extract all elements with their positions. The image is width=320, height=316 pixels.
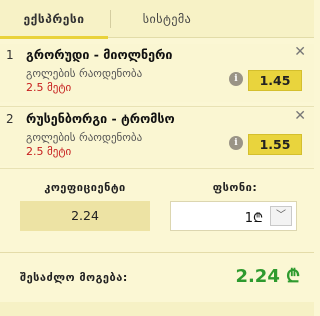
odd-badge: 1.55: [248, 134, 302, 155]
bet-match: გრორუდი - მიოლნერი: [26, 47, 173, 62]
chevron-down-icon[interactable]: ﹀: [270, 206, 292, 226]
close-icon[interactable]: ✕: [294, 44, 306, 60]
tab-system[interactable]: სისტემა: [112, 0, 222, 38]
bet-item: 2 რუსენბორგი - ტრომსო გოლების რაოდენობა …: [0, 108, 314, 166]
bet-pick: 2.5 მეტი: [26, 145, 72, 158]
info-icon[interactable]: i: [229, 136, 243, 150]
bet-pick: 2.5 მეტი: [26, 81, 72, 94]
odd-badge: 1.45: [248, 70, 302, 91]
stake-select[interactable]: 1₾ ﹀: [170, 201, 297, 231]
bet-type-tabs: ექსპრესი სისტემა: [0, 0, 314, 39]
coefficient-value: 2.24: [20, 201, 150, 231]
stake-value: 1₾: [244, 211, 263, 226]
coefficient-label: კოეფიციენტი: [44, 181, 126, 194]
bet-market: გოლების რაოდენობა: [26, 67, 143, 80]
possible-win-value: 2.24 ₾: [235, 266, 300, 287]
bet-divider: [0, 168, 314, 169]
bet-divider: [0, 106, 314, 107]
bottom-bar: [0, 302, 314, 316]
bet-number: 2: [6, 112, 14, 126]
stake-label: ფსონი:: [212, 181, 258, 194]
info-icon[interactable]: i: [229, 72, 243, 86]
tab-separator: [110, 10, 111, 28]
bet-match: რუსენბორგი - ტრომსო: [26, 111, 175, 126]
tab-express[interactable]: ექსპრესი: [0, 0, 108, 39]
bet-market: გოლების რაოდენობა: [26, 131, 143, 144]
summary-divider: [0, 252, 314, 253]
close-icon[interactable]: ✕: [294, 108, 306, 124]
bet-number: 1: [6, 48, 14, 62]
bet-item: 1 გრორუდი - მიოლნერი გოლების რაოდენობა 2…: [0, 44, 314, 102]
possible-win-label: შესაძლო მოგება:: [20, 271, 128, 284]
